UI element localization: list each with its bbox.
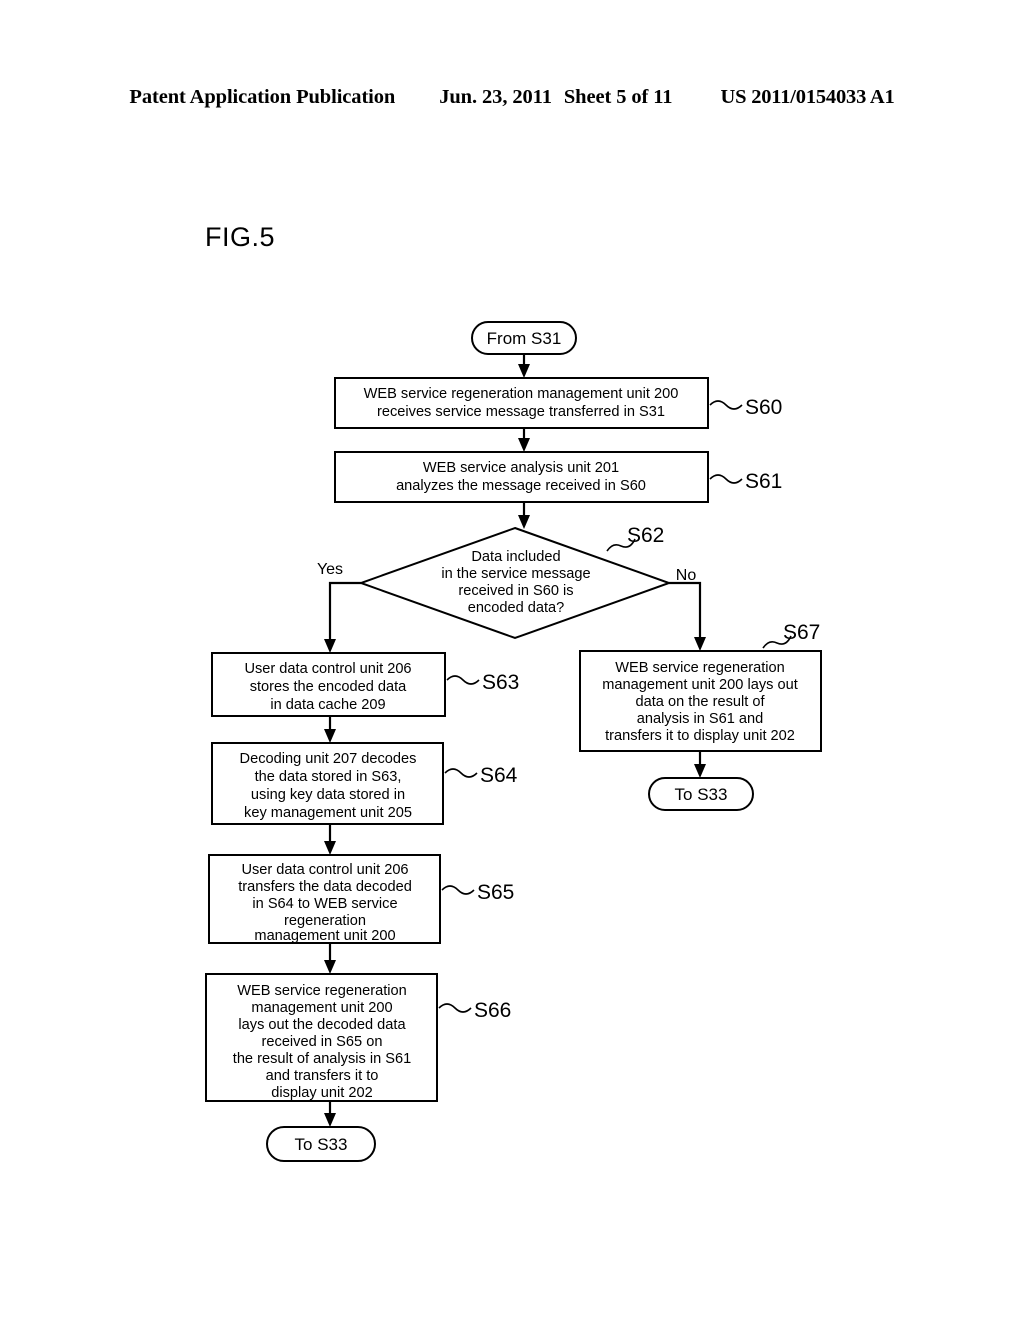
step-label-s61-group: S61 — [709, 470, 782, 493]
step-label-s67: S67 — [783, 621, 820, 644]
s63-line-2: stores the encoded data — [250, 679, 407, 695]
process-node-s64: Decoding unit 207 decodes the data store… — [211, 742, 444, 825]
terminator-to-s33-right-label: To S33 — [675, 785, 728, 804]
s67-line-4: analysis in S61 and — [637, 711, 764, 727]
step-label-s60: S60 — [745, 396, 782, 419]
arrowhead-s66 — [324, 960, 336, 974]
step-label-s62: S62 — [627, 524, 664, 547]
terminator-to-s33-left: To S33 — [266, 1126, 376, 1162]
step-label-s64-group: S64 — [444, 764, 518, 787]
arrowhead-s65 — [324, 841, 336, 855]
process-node-s67: WEB service regeneration management unit… — [579, 650, 822, 752]
s66-line-2: management unit 200 — [251, 1000, 392, 1016]
s67-line-1: WEB service regeneration — [615, 660, 785, 676]
step-label-s63: S63 — [482, 671, 519, 694]
s67-line-2: management unit 200 lays out — [602, 677, 798, 693]
s60-line-2: receives service message transferred in … — [377, 404, 665, 420]
step-label-s65-group: S65 — [441, 881, 514, 904]
process-node-s65: User data control unit 206 transfers the… — [208, 854, 441, 944]
s66-line-6: and transfers it to — [266, 1068, 379, 1084]
step-label-s65: S65 — [477, 881, 514, 904]
step-label-s62-group: S62 — [606, 524, 664, 552]
step-label-s67-group: S67 — [762, 621, 820, 649]
s62-line-1: Data included — [471, 549, 560, 565]
terminator-from-s31-label: From S31 — [487, 329, 562, 348]
s63-line-1: User data control unit 206 — [244, 661, 411, 677]
s67-line-5: transfers it to display unit 202 — [605, 728, 795, 744]
s64-line-4: key management unit 205 — [244, 805, 412, 821]
terminator-to-s33-right: To S33 — [648, 777, 754, 811]
s65-line-1: User data control unit 206 — [241, 862, 408, 878]
s64-line-2: the data stored in S63, — [255, 769, 402, 785]
s66-line-5: the result of analysis in S61 — [233, 1051, 411, 1067]
s63-line-3: in data cache 209 — [270, 697, 385, 713]
branch-label-no: No — [676, 567, 697, 584]
arrowhead-s61 — [518, 438, 530, 452]
s64-line-1: Decoding unit 207 decodes — [240, 751, 417, 767]
s65-line-2: transfers the data decoded — [238, 879, 412, 895]
connector-yes-branch — [328, 581, 361, 641]
s65-line-4: regeneration — [284, 913, 366, 929]
s61-line-2: analyzes the message received in S60 — [396, 478, 646, 494]
s62-line-2: in the service message — [441, 566, 590, 582]
arrowhead-s62 — [518, 515, 530, 529]
terminator-to-s33-left-label: To S33 — [295, 1135, 348, 1154]
s66-line-4: received in S65 on — [262, 1034, 383, 1050]
s65-line-5: management unit 200 — [254, 928, 395, 944]
s62-line-3: received in S60 is — [458, 583, 573, 599]
s66-line-1: WEB service regeneration — [237, 983, 407, 999]
step-label-s61: S61 — [745, 470, 782, 493]
s65-line-3: in S64 to WEB service — [252, 896, 397, 912]
decision-node-s62: Data included in the service message rec… — [358, 526, 672, 640]
process-node-s63: User data control unit 206 stores the en… — [211, 652, 446, 717]
process-node-s60: WEB service regeneration management unit… — [334, 377, 709, 429]
arrowhead-s67 — [694, 637, 706, 651]
s61-line-1: WEB service analysis unit 201 — [423, 460, 619, 476]
step-label-s60-group: S60 — [709, 396, 782, 419]
s64-line-3: using key data stored in — [251, 787, 405, 803]
arrowhead-end-left — [324, 1113, 336, 1127]
process-node-s61: WEB service analysis unit 201 analyzes t… — [334, 451, 709, 503]
s66-line-3: lays out the decoded data — [238, 1017, 406, 1033]
s60-line-1: WEB service regeneration management unit… — [364, 386, 679, 402]
step-label-s66: S66 — [474, 999, 511, 1022]
branch-label-yes: Yes — [317, 561, 343, 578]
arrowhead-end-right — [694, 764, 706, 778]
arrowhead-s60 — [518, 364, 530, 378]
connector-no-branch — [669, 581, 702, 639]
process-node-s66: WEB service regeneration management unit… — [205, 973, 438, 1102]
s66-line-7: display unit 202 — [271, 1085, 372, 1101]
arrowhead-s64 — [324, 729, 336, 743]
step-label-s64: S64 — [480, 764, 518, 787]
flowchart-diagram: From S31 WEB service regeneration manage… — [205, 321, 822, 1162]
terminator-from-s31: From S31 — [471, 321, 577, 355]
arrowhead-s63 — [324, 639, 336, 653]
s67-line-3: data on the result of — [636, 694, 766, 710]
step-label-s63-group: S63 — [446, 671, 519, 694]
step-label-s66-group: S66 — [438, 999, 511, 1022]
s62-line-4: encoded data? — [468, 600, 565, 616]
